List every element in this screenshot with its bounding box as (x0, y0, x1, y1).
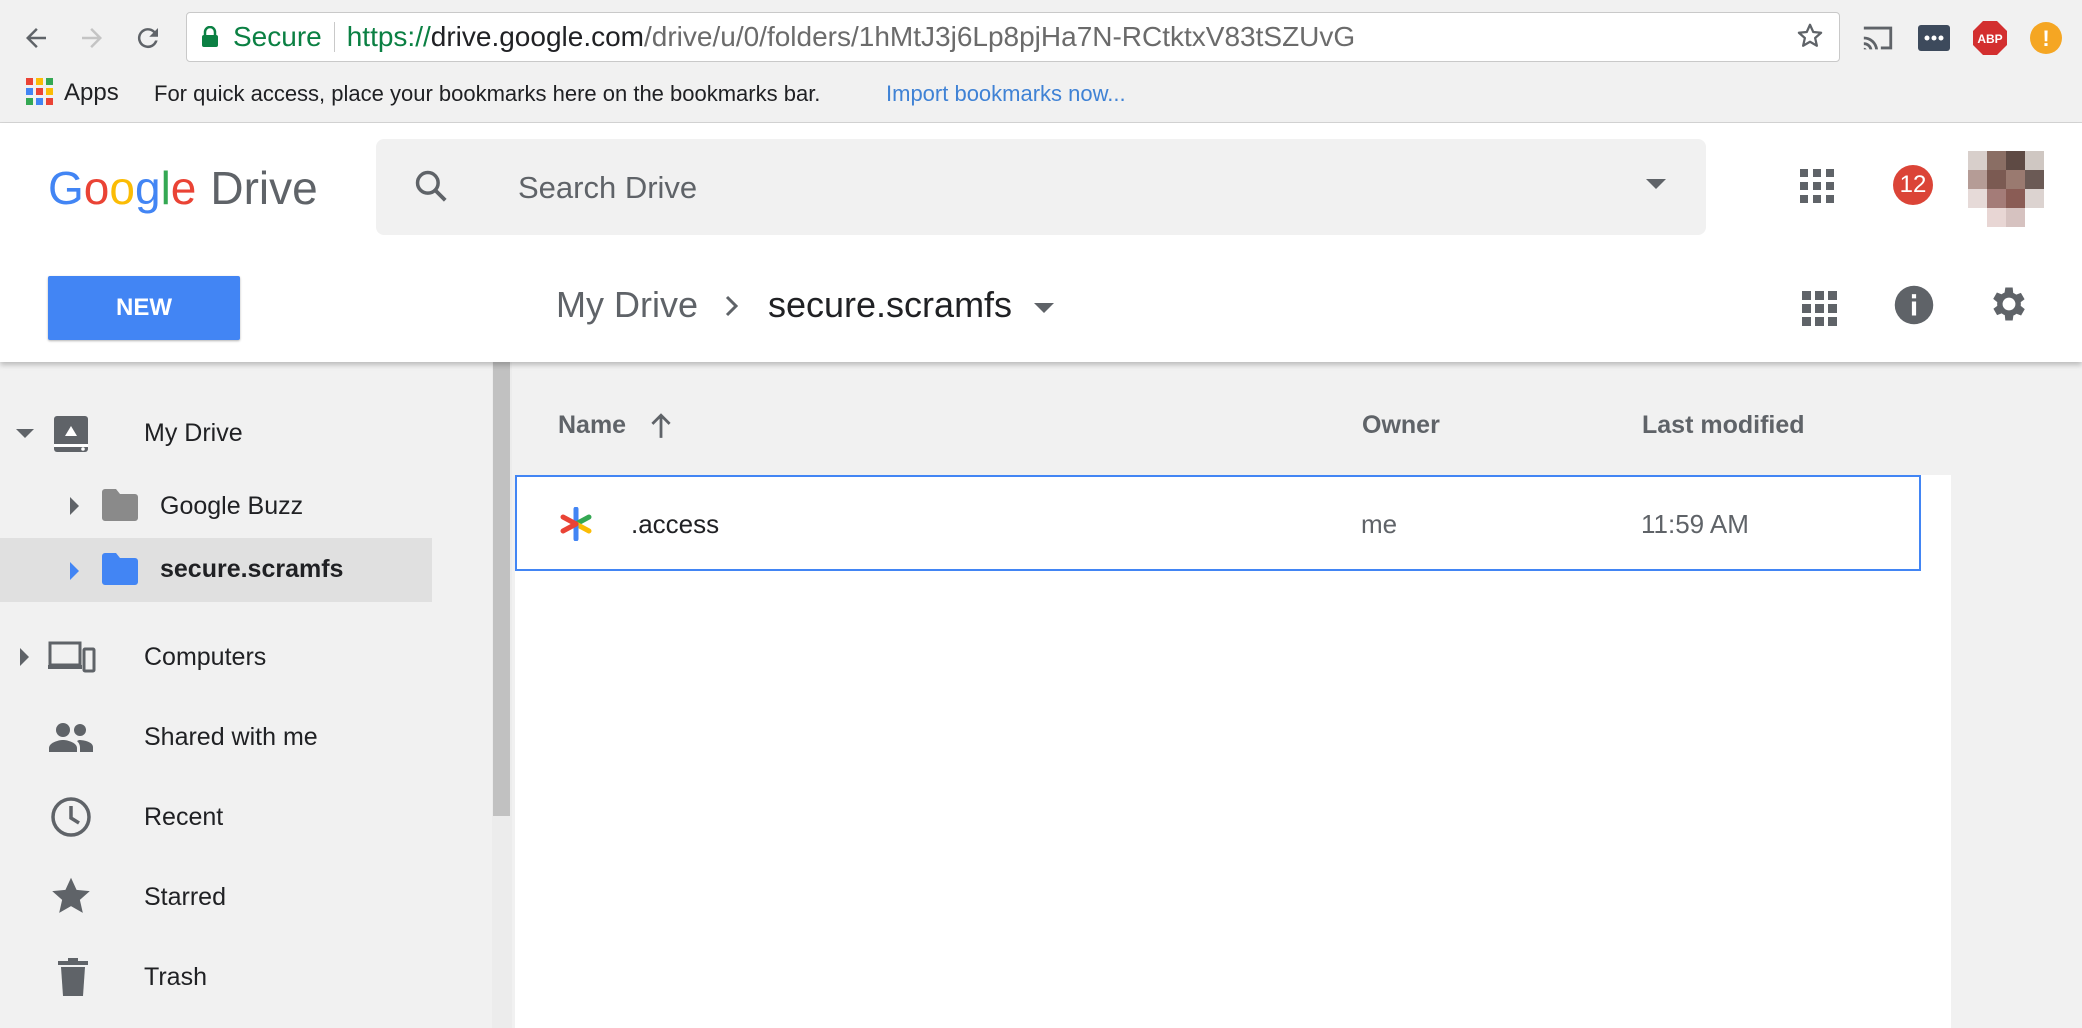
alert-text: ! (2042, 26, 2049, 51)
avatar[interactable] (1968, 151, 2044, 227)
url-path: /drive/u/0/folders/1hMtJ3j6Lp8pjHa7N-RCt… (644, 21, 1356, 52)
logo-letter-g: G (48, 162, 84, 214)
breadcrumb-current-folder[interactable]: secure.scramfs (768, 284, 1012, 326)
sidebar-label-starred: Starred (144, 883, 226, 911)
apps-shortcut[interactable]: Apps (64, 79, 119, 107)
trash-icon (58, 958, 88, 1003)
sidebar-label-recent: Recent (144, 803, 224, 831)
file-last-modified: 11:59 AM (1641, 509, 1749, 539)
my-drive-icon (52, 414, 92, 463)
browser-toolbar: Secure https://drive.google.com/drive/u/… (0, 0, 2082, 76)
url-host: drive.google.com (430, 21, 644, 52)
sidebar-label-google-buzz: Google Buzz (160, 492, 304, 520)
secure-label: Secure (233, 21, 322, 52)
folder-icon (100, 552, 140, 593)
sidebar-item-computers[interactable]: Computers (0, 626, 432, 688)
file-owner: me (1361, 509, 1398, 539)
search-icon[interactable] (412, 167, 450, 210)
sidebar-label-secure-scramfs: secure.scramfs (160, 555, 344, 583)
notifications-badge[interactable]: 12 (1893, 165, 1933, 205)
table-row[interactable]: .access me 11:59 AM (515, 475, 1921, 571)
drive-header: GoogleDrive 12 NEW My Drive secure.scram… (0, 123, 2082, 362)
lock-icon (201, 22, 223, 52)
sidebar-label-my-drive: My Drive (144, 419, 243, 447)
bookmark-star-icon[interactable] (1795, 21, 1825, 58)
sidebar-item-my-drive[interactable]: My Drive (0, 402, 432, 464)
logo-letter-o1: o (83, 162, 110, 214)
reload-button[interactable] (124, 14, 172, 62)
cast-icon[interactable] (1858, 18, 1898, 58)
sidebar-label-shared-with-me: Shared with me (144, 723, 318, 751)
apps-grid-icon[interactable] (26, 78, 53, 105)
breadcrumb-my-drive[interactable]: My Drive (556, 284, 698, 326)
logo-letter-e: e (170, 162, 197, 214)
search-input[interactable] (516, 161, 1520, 215)
back-button[interactable] (12, 14, 60, 62)
search-options-chevron-down-icon[interactable] (1646, 179, 1666, 189)
column-header-name[interactable]: Name (558, 411, 626, 440)
sidebar: My Drive Google Buzz secure.scramfs Comp… (0, 362, 492, 1028)
abp-icon[interactable]: ABP (1970, 18, 2010, 58)
sort-ascending-arrow-icon[interactable] (648, 412, 674, 445)
logo-letter-l: l (160, 162, 171, 214)
folder-icon (100, 488, 140, 529)
logo-letter-o2: o (109, 162, 135, 214)
forward-button[interactable] (68, 14, 116, 62)
expand-chevron-right-icon[interactable] (70, 497, 79, 515)
import-bookmarks-link[interactable]: Import bookmarks now... (886, 81, 1126, 107)
info-icon[interactable] (1893, 284, 1935, 331)
sidebar-item-trash[interactable]: Trash (0, 946, 432, 1008)
abp-text: ABP (1977, 32, 2002, 46)
forward-arrow-icon (82, 28, 102, 48)
google-drive-logo[interactable]: Google Drive (48, 161, 318, 215)
sidebar-item-google-buzz[interactable]: Google Buzz (0, 475, 432, 537)
sidebar-scrollbar-thumb[interactable] (493, 362, 510, 816)
omnibox-divider (333, 22, 335, 52)
grid-view-icon[interactable] (1802, 291, 1837, 326)
search-box (376, 139, 1706, 235)
settings-gear-icon[interactable] (1987, 282, 2031, 331)
sidebar-label-computers: Computers (144, 643, 267, 671)
collapse-chevron-down-icon[interactable] (16, 429, 34, 438)
column-header-last-modified[interactable]: Last modified (1642, 411, 1805, 440)
folder-menu-chevron-down-icon[interactable] (1034, 303, 1054, 313)
bookmarks-hint: For quick access, place your bookmarks h… (154, 81, 821, 106)
back-arrow-icon (26, 28, 46, 48)
column-header-owner[interactable]: Owner (1362, 411, 1440, 440)
file-type-icon (559, 506, 593, 546)
url-scheme: https:// (346, 21, 431, 52)
clock-icon (50, 796, 92, 845)
expand-chevron-right-icon[interactable] (70, 562, 79, 580)
file-name: .access (631, 509, 720, 539)
file-list-area: Name Owner Last modified .access me 11:5… (512, 362, 2082, 1028)
address-bar[interactable]: Secure https://drive.google.com/drive/u/… (186, 12, 1840, 62)
sidebar-item-starred[interactable]: Starred (0, 866, 432, 928)
google-apps-icon[interactable] (1800, 169, 1834, 203)
expand-chevron-right-icon[interactable] (20, 648, 29, 666)
sidebar-item-recent[interactable]: Recent (0, 786, 432, 848)
alert-icon[interactable]: ! (2026, 18, 2066, 58)
sidebar-item-secure-scramfs[interactable]: secure.scramfs (0, 538, 432, 602)
new-button[interactable]: NEW (48, 276, 240, 340)
breadcrumb-chevron-right-icon (720, 291, 744, 326)
logo-product-name: Drive (210, 162, 318, 214)
reload-icon (137, 28, 158, 49)
sidebar-item-shared-with-me[interactable]: Shared with me (0, 706, 432, 768)
logo-letter-g2: g (134, 162, 161, 214)
computers-icon (48, 640, 96, 681)
sidebar-label-trash: Trash (144, 963, 207, 991)
menu-extension-icon[interactable] (1914, 18, 1954, 58)
star-icon (50, 876, 92, 923)
shared-people-icon (48, 722, 94, 759)
